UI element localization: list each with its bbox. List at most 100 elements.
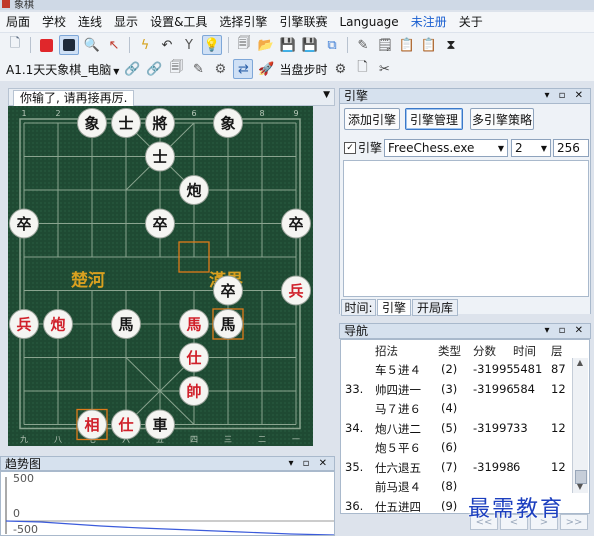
dropdown-icon[interactable]: ▼: [323, 90, 330, 100]
edit-note-icon[interactable]: ✎: [189, 60, 207, 78]
undo-icon[interactable]: ↶: [158, 36, 176, 54]
chess-piece[interactable]: 炮: [179, 175, 209, 205]
header-score[interactable]: 分数: [473, 343, 496, 359]
table-row[interactable]: 马７进６ (4): [341, 399, 573, 418]
black-square-icon[interactable]: [59, 35, 79, 55]
scroll-down-icon[interactable]: ▼: [573, 482, 587, 494]
menu-unregistered[interactable]: 未注册: [405, 12, 453, 32]
clipboard-icon[interactable]: 📋: [398, 36, 416, 54]
chess-piece[interactable]: 士: [111, 108, 141, 138]
chess-piece[interactable]: 象: [77, 108, 107, 138]
chess-piece[interactable]: 炮: [43, 309, 73, 339]
lightbulb-icon[interactable]: 💡: [202, 35, 222, 55]
table-row[interactable]: 33. 帅四进一 (3) -31996 584 12: [341, 380, 573, 399]
chess-piece[interactable]: 將: [145, 108, 175, 138]
engine-output-area[interactable]: [343, 160, 589, 297]
tab-time[interactable]: 时间:: [341, 299, 376, 316]
menu-select-engine[interactable]: 选择引擎: [213, 12, 273, 32]
chess-piece[interactable]: 仕: [179, 342, 209, 373]
magnifier-icon[interactable]: 🔍: [83, 36, 101, 54]
red-square-icon[interactable]: [37, 36, 55, 54]
paste-icon[interactable]: 📋: [420, 36, 438, 54]
engine-checkbox-label: 引擎: [358, 141, 383, 155]
chess-piece[interactable]: 車: [145, 409, 175, 440]
engine-select[interactable]: FreeChess.exe ▼: [384, 139, 508, 157]
chess-piece[interactable]: 兵: [9, 309, 39, 339]
menu-engine-league[interactable]: 引擎联赛: [273, 12, 333, 32]
pointer-icon[interactable]: ↖: [105, 36, 123, 54]
move-list-scrollbar[interactable]: ▲ ▼: [572, 358, 588, 493]
chess-piece[interactable]: 士: [145, 141, 175, 172]
table-row[interactable]: 炮５平６ (6): [341, 438, 573, 457]
save-icon[interactable]: 💾: [279, 36, 297, 54]
header-time[interactable]: 时间: [513, 343, 536, 359]
copy-icon[interactable]: ⧉: [323, 36, 341, 54]
new-file-icon[interactable]: 🗋: [6, 36, 24, 54]
chess-piece[interactable]: 仕: [111, 409, 141, 440]
piece-label: 卒: [16, 215, 31, 233]
document-icon[interactable]: 🗐: [235, 36, 253, 54]
save-as-icon[interactable]: 💾: [301, 36, 319, 54]
engine-checkbox[interactable]: ✓: [344, 142, 356, 154]
tools-icon[interactable]: ✂: [375, 60, 393, 78]
panel-controls-icon[interactable]: ▾ ▫ ✕: [544, 324, 586, 338]
table-row[interactable]: 35. 仕六退五 (7) -31998 6 12: [341, 458, 573, 477]
board-status-tab[interactable]: 你输了, 请再接再厉.: [13, 90, 135, 106]
chess-piece[interactable]: 卒: [281, 208, 311, 239]
chess-piece[interactable]: 馬: [179, 309, 209, 339]
menu-online[interactable]: 连线: [72, 12, 108, 32]
file-number-top: 6: [191, 109, 196, 118]
chess-piece[interactable]: 兵: [281, 275, 311, 306]
piece-label: 士: [152, 148, 167, 166]
panel-controls-icon[interactable]: ▾ ▫ ✕: [288, 457, 330, 471]
chess-piece[interactable]: 象: [213, 108, 243, 138]
menu-position[interactable]: 局面: [0, 12, 36, 32]
gear-icon[interactable]: ⚙: [331, 60, 349, 78]
threads-select[interactable]: 2 ▼: [511, 139, 551, 157]
tab-engine[interactable]: 引擎: [377, 299, 411, 316]
chess-piece[interactable]: 卒: [213, 275, 243, 306]
menu-display[interactable]: 显示: [108, 12, 144, 32]
menu-settings-tools[interactable]: 设置&工具: [144, 12, 213, 32]
hourglass-icon[interactable]: ⧗: [442, 36, 460, 54]
panel-controls-icon[interactable]: ▾ ▫ ✕: [544, 89, 586, 103]
hash-input[interactable]: 256: [553, 139, 589, 157]
tab-opening-book[interactable]: 开局库: [412, 299, 458, 316]
header-move[interactable]: 招法: [375, 343, 398, 359]
table-row[interactable]: 车５进４ (2) -31995 5481 87: [341, 360, 573, 379]
step-time-label[interactable]: 当盘步时: [279, 61, 327, 78]
link-icon[interactable]: 🔗: [123, 60, 141, 78]
header-depth[interactable]: 层: [551, 343, 563, 359]
menu-language[interactable]: Language: [333, 12, 404, 32]
rocket-icon[interactable]: 🚀: [257, 60, 275, 78]
folder-open-icon[interactable]: 📂: [257, 36, 275, 54]
game-select[interactable]: A1.1天天象棋_电脑 ▼: [6, 61, 119, 78]
last-move-button[interactable]: >>: [560, 514, 588, 530]
chain-icon[interactable]: 🔗: [145, 60, 163, 78]
chess-board[interactable]: 123456789九八七六五四三二一 楚河 漢界 象士將象士炮卒卒卒卒兵兵炮馬馬…: [8, 106, 313, 446]
branch-icon[interactable]: Y: [180, 36, 198, 54]
scroll-up-icon[interactable]: ▲: [573, 358, 587, 370]
chess-piece[interactable]: 相: [77, 409, 107, 440]
chess-piece[interactable]: 帥: [179, 376, 209, 406]
menu-school[interactable]: 学校: [36, 12, 72, 32]
edit-icon[interactable]: ✎: [354, 36, 372, 54]
pages-icon[interactable]: 🗐: [167, 60, 185, 78]
lightning-icon[interactable]: ϟ: [136, 36, 154, 54]
chess-piece[interactable]: 卒: [145, 208, 175, 239]
multi-engine-strategy-button[interactable]: 多引擎策略: [470, 108, 534, 130]
move-list-table: 招法 类型 分数 时间 层 车５进４ (2) -31995 5481 87 33. 帅四进一…: [340, 339, 590, 514]
notes-icon[interactable]: 🗒: [376, 36, 394, 54]
table-row[interactable]: 34. 炮八进二 (5) -31997 33 12: [341, 419, 573, 438]
page-icon[interactable]: 🗋: [353, 60, 371, 78]
chess-piece[interactable]: 馬: [111, 309, 141, 339]
chess-piece[interactable]: 馬: [213, 309, 243, 339]
settings-gear-icon[interactable]: ⚙: [211, 60, 229, 78]
chess-piece[interactable]: 卒: [9, 208, 39, 239]
add-engine-button[interactable]: 添加引擎: [344, 108, 400, 130]
toolbar-separator: [30, 37, 31, 53]
header-type[interactable]: 类型: [438, 343, 461, 359]
menu-about[interactable]: 关于: [453, 12, 489, 32]
swap-icon[interactable]: ⇄: [233, 59, 254, 79]
engine-manage-button[interactable]: 引擎管理: [405, 108, 463, 130]
